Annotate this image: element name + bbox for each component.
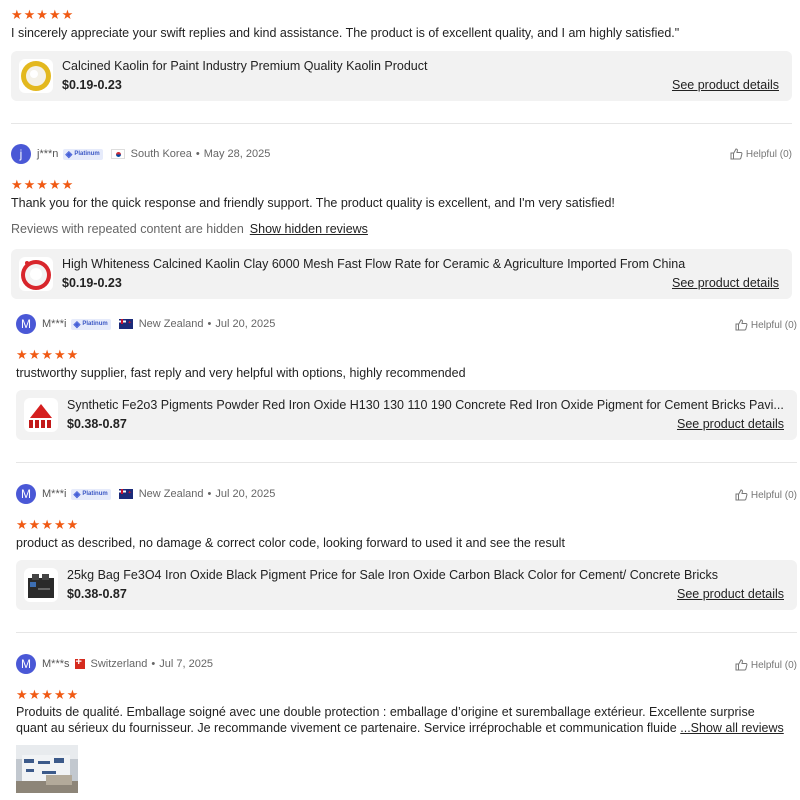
divider bbox=[11, 123, 792, 124]
helpful-label: Helpful (0) bbox=[745, 148, 792, 160]
product-title[interactable]: 25kg Bag Fe3O4 Iron Oxide Black Pigment … bbox=[67, 568, 787, 582]
product-card[interactable]: Synthetic Fe2o3 Pigments Powder Red Iron… bbox=[16, 390, 797, 440]
thumbs-up-icon bbox=[735, 319, 748, 331]
review-text: product as described, no damage & correc… bbox=[16, 536, 565, 550]
new-zealand-flag-icon bbox=[118, 319, 133, 329]
reviewer-country: New Zealand bbox=[138, 318, 204, 330]
helpful-label: Helpful (0) bbox=[750, 319, 797, 331]
star-rating: ★★★★★ bbox=[11, 177, 75, 192]
review-date: Jul 20, 2025 bbox=[215, 318, 276, 330]
see-product-details-link[interactable]: See product details bbox=[677, 417, 784, 431]
product-title[interactable]: Calcined Kaolin for Paint Industry Premi… bbox=[62, 59, 702, 73]
product-price: $0.19-0.23 bbox=[62, 276, 122, 290]
diamond-icon: ◈ bbox=[73, 488, 81, 499]
product-card[interactable]: Calcined Kaolin for Paint Industry Premi… bbox=[11, 51, 792, 101]
hidden-reviews-row: Reviews with repeated content are hidden… bbox=[11, 222, 368, 236]
product-title[interactable]: High Whiteness Calcined Kaolin Clay 6000… bbox=[62, 257, 702, 271]
review-date: May 28, 2025 bbox=[203, 148, 271, 160]
white-powder-bowl-icon bbox=[19, 59, 53, 93]
platinum-badge: ◈ Platinum bbox=[63, 148, 103, 160]
reviewer-name: M***i bbox=[42, 318, 67, 330]
reviewer-name: M***i bbox=[42, 488, 67, 500]
show-hidden-reviews-link[interactable]: Show hidden reviews bbox=[250, 222, 368, 236]
review-text-line1: Produits de qualité. Emballage soigné av… bbox=[16, 705, 755, 719]
platinum-badge: ◈ Platinum bbox=[71, 318, 111, 330]
review-date: Jul 7, 2025 bbox=[159, 658, 214, 670]
helpful-button[interactable]: Helpful (0) bbox=[730, 143, 792, 165]
reviewer-country: Switzerland bbox=[90, 658, 148, 670]
new-zealand-flag-icon bbox=[118, 489, 133, 499]
dot-separator: • bbox=[207, 488, 212, 500]
white-powder-red-dish-icon bbox=[19, 257, 53, 291]
avatar: M bbox=[16, 484, 36, 504]
review-text: Thank you for the quick response and fri… bbox=[11, 196, 615, 210]
diamond-icon: ◈ bbox=[65, 148, 73, 159]
dot-separator: • bbox=[151, 658, 156, 670]
reviewer-name: M***s bbox=[42, 658, 70, 670]
star-rating: ★★★★★ bbox=[11, 7, 75, 22]
review-text-line2-content: quant au sérieux du fournisseur. Je reco… bbox=[16, 721, 677, 735]
product-title[interactable]: Synthetic Fe2o3 Pigments Powder Red Iron… bbox=[67, 398, 787, 412]
reviewer-name: j***n bbox=[37, 148, 59, 160]
helpful-button[interactable]: Helpful (0) bbox=[735, 484, 797, 506]
dot-separator: • bbox=[195, 148, 200, 160]
star-rating: ★★★★★ bbox=[16, 517, 80, 532]
badge-label: Platinum bbox=[82, 321, 108, 327]
helpful-label: Helpful (0) bbox=[750, 659, 797, 671]
review-header: j j***n ◈ Platinum South Korea • May 28, … bbox=[11, 143, 270, 165]
review-text-line2: quant au sérieux du fournisseur. Je reco… bbox=[16, 720, 784, 736]
product-card[interactable]: 25kg Bag Fe3O4 Iron Oxide Black Pigment … bbox=[16, 560, 797, 610]
avatar: M bbox=[16, 654, 36, 674]
review-header: M M***s Switzerland • Jul 7, 2025 bbox=[16, 653, 213, 675]
review-date: Jul 20, 2025 bbox=[215, 488, 276, 500]
thumbs-up-icon bbox=[735, 489, 748, 501]
reviewer-country: South Korea bbox=[130, 148, 192, 160]
product-card[interactable]: High Whiteness Calcined Kaolin Clay 6000… bbox=[11, 249, 792, 299]
review-text: trustworthy supplier, fast reply and ver… bbox=[16, 366, 466, 380]
show-all-reviews-link[interactable]: ...Show all reviews bbox=[680, 721, 784, 735]
star-rating: ★★★★★ bbox=[16, 347, 80, 362]
review-header: M M***i ◈Platinum New Zealand • Jul 20, … bbox=[16, 313, 275, 335]
thumbs-up-icon bbox=[730, 148, 743, 160]
avatar: j bbox=[11, 144, 31, 164]
red-pigment-pile-icon bbox=[24, 398, 58, 432]
divider bbox=[16, 632, 797, 633]
platinum-badge: ◈ Platinum bbox=[71, 488, 111, 500]
black-pigment-bags-icon bbox=[24, 568, 58, 602]
see-product-details-link[interactable]: See product details bbox=[672, 276, 779, 290]
product-price: $0.19-0.23 bbox=[62, 78, 122, 92]
switzerland-flag-icon bbox=[74, 659, 85, 669]
hidden-reviews-note: Reviews with repeated content are hidden bbox=[11, 222, 244, 236]
dot-separator: • bbox=[207, 318, 212, 330]
see-product-details-link[interactable]: See product details bbox=[672, 78, 779, 92]
avatar: M bbox=[16, 314, 36, 334]
thumbs-up-icon bbox=[735, 659, 748, 671]
helpful-button[interactable]: Helpful (0) bbox=[735, 314, 797, 336]
see-product-details-link[interactable]: See product details bbox=[677, 587, 784, 601]
product-price: $0.38-0.87 bbox=[67, 587, 127, 601]
badge-label: Platinum bbox=[74, 151, 100, 157]
south-korea-flag-icon bbox=[110, 149, 125, 159]
product-price: $0.38-0.87 bbox=[67, 417, 127, 431]
divider bbox=[16, 462, 797, 463]
reviewer-country: New Zealand bbox=[138, 488, 204, 500]
badge-label: Platinum bbox=[82, 491, 108, 497]
review-text: I sincerely appreciate your swift replie… bbox=[11, 26, 680, 40]
diamond-icon: ◈ bbox=[73, 318, 81, 329]
helpful-label: Helpful (0) bbox=[750, 489, 797, 501]
review-header: M M***i ◈Platinum New Zealand • Jul 20, … bbox=[16, 483, 275, 505]
star-rating: ★★★★★ bbox=[16, 687, 80, 702]
review-photo-thumbnail[interactable] bbox=[16, 745, 78, 793]
helpful-button[interactable]: Helpful (0) bbox=[735, 654, 797, 676]
